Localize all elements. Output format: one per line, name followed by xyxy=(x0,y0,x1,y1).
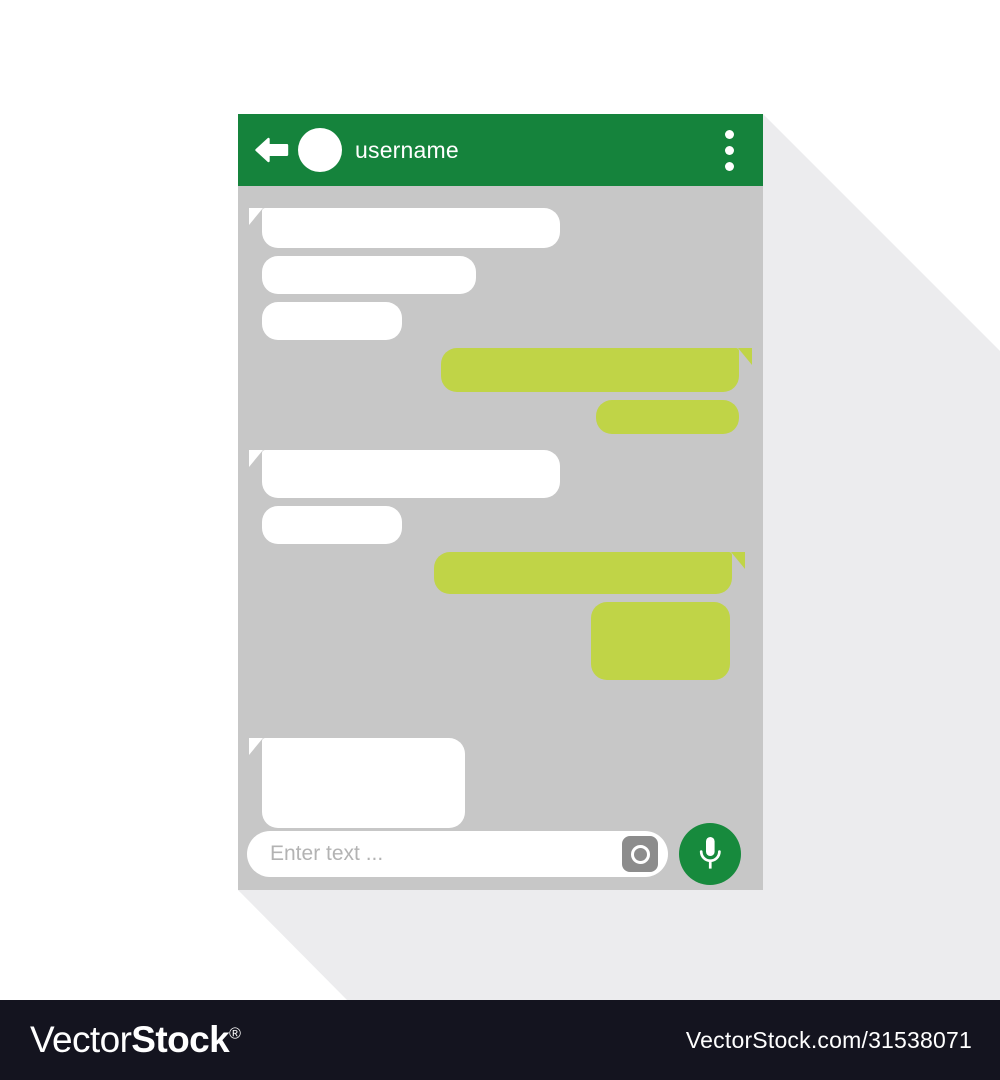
microphone-icon xyxy=(699,837,721,869)
incoming-message-bubble[interactable] xyxy=(249,738,465,828)
message-input-field[interactable]: Enter text ... xyxy=(247,831,668,877)
camera-icon xyxy=(630,844,650,864)
overflow-menu-button[interactable] xyxy=(717,128,741,172)
chat-header: username xyxy=(238,114,763,186)
incoming-message-bubble[interactable] xyxy=(262,302,402,340)
outgoing-message-bubble[interactable] xyxy=(596,400,739,434)
microphone-button[interactable] xyxy=(679,823,741,885)
logo-text-part-1: Vector xyxy=(30,1019,132,1060)
back-button[interactable] xyxy=(252,130,292,170)
message-composer: Enter text ... xyxy=(238,818,763,890)
incoming-message-bubble[interactable] xyxy=(249,208,560,248)
arrow-left-icon xyxy=(255,137,289,163)
outgoing-message-bubble[interactable] xyxy=(441,348,752,392)
contact-username: username xyxy=(355,136,459,163)
illustration-canvas: username Enter text ... xyxy=(0,0,1000,1000)
watermark-bar: VectorStock® VectorStock.com/31538071 xyxy=(0,1000,1000,1080)
outgoing-message-bubble[interactable] xyxy=(591,602,730,680)
logo-text-part-2: Stock xyxy=(131,1019,230,1060)
watermark-url: VectorStock.com/31538071 xyxy=(685,1026,972,1053)
vectorstock-logo: VectorStock® xyxy=(30,1019,241,1061)
registered-trademark-symbol: ® xyxy=(229,1025,241,1043)
menu-dot-1 xyxy=(724,129,734,139)
menu-dot-2 xyxy=(724,145,734,155)
avatar[interactable] xyxy=(298,128,342,172)
incoming-message-bubble[interactable] xyxy=(262,256,476,294)
incoming-message-bubble[interactable] xyxy=(262,506,402,544)
camera-button[interactable] xyxy=(622,836,658,872)
message-list[interactable] xyxy=(238,186,763,828)
chat-window: username Enter text ... xyxy=(238,114,763,890)
outgoing-message-bubble[interactable] xyxy=(434,552,745,594)
incoming-message-bubble[interactable] xyxy=(249,450,560,498)
message-input-placeholder: Enter text ... xyxy=(270,842,384,865)
menu-dot-3 xyxy=(724,161,734,171)
